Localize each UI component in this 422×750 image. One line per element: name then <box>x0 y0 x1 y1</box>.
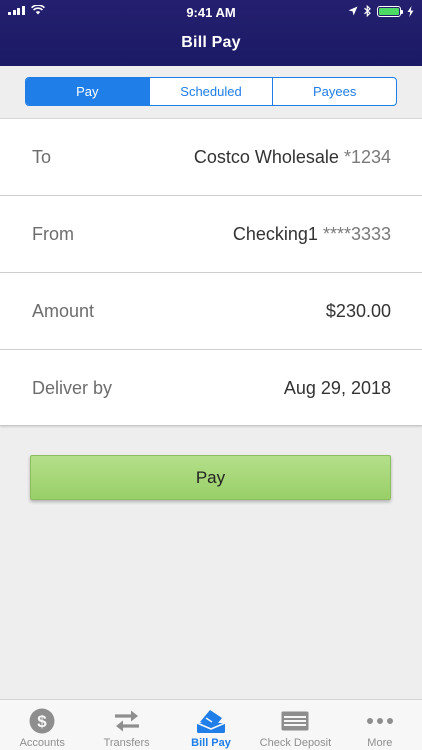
tab-more[interactable]: More <box>338 700 422 750</box>
deliver-by-value: Aug 29, 2018 <box>283 378 391 398</box>
segmented-control: Pay Scheduled Payees <box>25 77 397 106</box>
tab-bill-pay-label: Bill Pay <box>191 737 231 749</box>
payee-name: Costco Wholesale <box>193 146 339 167</box>
tab-accounts[interactable]: $ Accounts <box>0 700 84 750</box>
to-row[interactable]: To Costco Wholesale *1234 <box>0 119 422 196</box>
from-row[interactable]: From Checking1 ****3333 <box>0 196 422 273</box>
bluetooth-icon <box>364 5 371 17</box>
location-arrow-icon <box>348 6 358 16</box>
segment-container: Pay Scheduled Payees <box>0 66 422 118</box>
to-label: To <box>32 146 52 167</box>
bill-pay-icon <box>196 706 226 736</box>
deliver-by-label: Deliver by <box>32 378 113 398</box>
deliver-by-row[interactable]: Deliver by Aug 29, 2018 <box>0 350 422 427</box>
tab-check-deposit-label: Check Deposit <box>259 737 332 749</box>
check-icon <box>281 706 309 736</box>
page-title: Bill Pay <box>181 34 241 51</box>
battery-icon <box>377 5 403 17</box>
app-header: 9:41 AM Bill Pay <box>0 0 422 66</box>
payee-account-suffix: *1234 <box>343 146 391 167</box>
amount-value: $230.00 <box>325 300 391 321</box>
from-value: Checking1 ****3333 <box>233 224 391 245</box>
tab-pay[interactable]: Pay <box>26 78 149 105</box>
tab-payees[interactable]: Payees <box>272 78 396 105</box>
payment-form: To Costco Wholesale *1234 From Checking1… <box>0 118 422 426</box>
from-account-suffix: ****3333 <box>322 223 391 244</box>
more-dots-icon <box>366 706 394 736</box>
tab-transfers[interactable]: Transfers <box>84 700 168 750</box>
from-label: From <box>32 223 74 244</box>
tab-transfers-label: Transfers <box>103 737 150 749</box>
tab-accounts-label: Accounts <box>19 737 65 749</box>
tab-scheduled[interactable]: Scheduled <box>148 78 273 105</box>
dollar-circle-icon: $ <box>29 706 55 736</box>
amount-label: Amount <box>32 300 95 321</box>
charging-bolt-icon <box>407 5 414 17</box>
from-account-name: Checking1 <box>232 223 318 244</box>
transfer-arrows-icon <box>113 706 141 736</box>
tab-bill-pay[interactable]: Bill Pay <box>169 700 253 750</box>
amount-row[interactable]: Amount $230.00 <box>0 273 422 350</box>
to-value: Costco Wholesale *1234 <box>194 147 391 168</box>
svg-text:$: $ <box>37 712 47 731</box>
status-right <box>348 5 414 17</box>
pay-button[interactable]: Pay <box>30 455 391 500</box>
tab-bar: $ Accounts Transfers Bill Pay Check Depo… <box>0 699 422 750</box>
tab-check-deposit[interactable]: Check Deposit <box>253 700 337 750</box>
tab-more-label: More <box>367 737 393 749</box>
status-bar: 9:41 AM <box>0 0 422 24</box>
